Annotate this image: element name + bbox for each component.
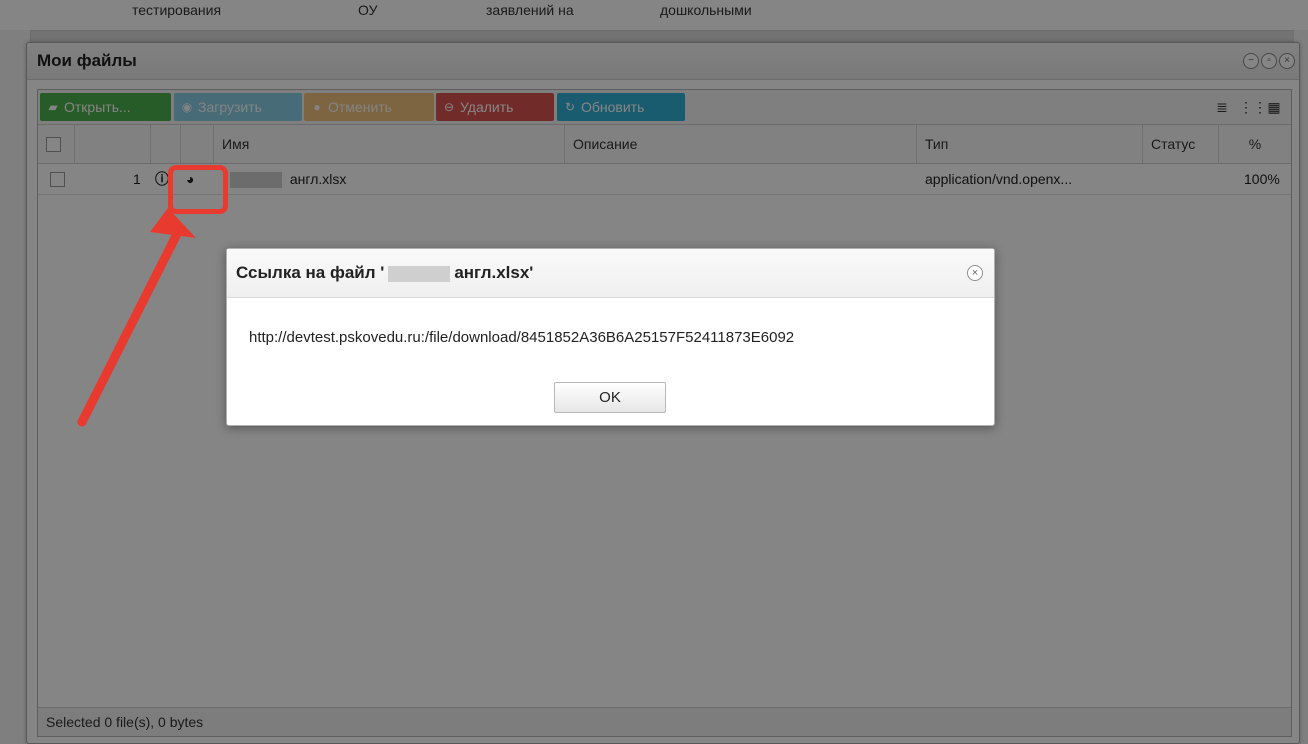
close-icon[interactable]: ×	[967, 265, 983, 281]
dialog-header: Ссылка на файл ' англ.xlsx' ×	[227, 249, 994, 298]
redacted-area	[388, 265, 451, 282]
file-link-dialog: Ссылка на файл ' англ.xlsx' × http://devt…	[226, 248, 995, 426]
dialog-title: Ссылка на файл ' англ.xlsx'	[236, 263, 533, 283]
dialog-title-prefix: Ссылка на файл '	[236, 263, 385, 282]
dialog-title-name: англ.xlsx'	[454, 263, 534, 282]
ok-button[interactable]: OK	[554, 382, 666, 413]
file-url-text[interactable]: http://devtest.pskovedu.ru:/file/downloa…	[249, 329, 794, 346]
